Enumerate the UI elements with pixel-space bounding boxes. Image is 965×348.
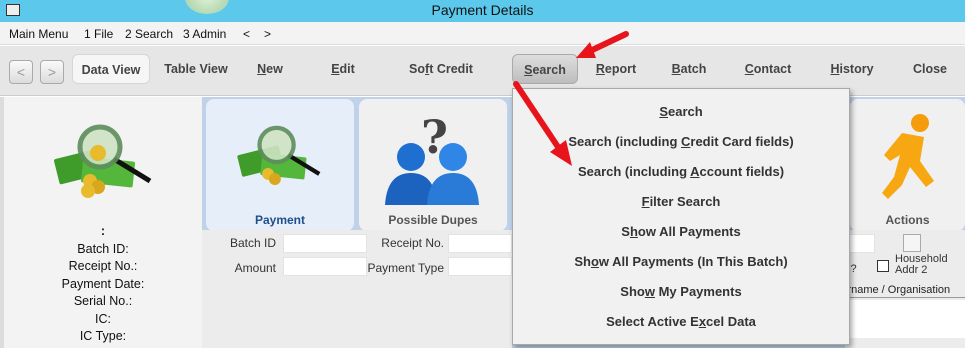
results-grid[interactable] — [845, 300, 965, 338]
payment-card-label: Payment — [254, 213, 306, 227]
serial-no-label: Serial No.: — [73, 294, 133, 308]
close-button[interactable]: Close — [906, 54, 954, 84]
soft-credit-button[interactable]: Soft Credit — [400, 54, 482, 84]
batch-id-input[interactable] — [283, 234, 367, 253]
forward-button[interactable]: > — [40, 60, 64, 84]
menu-back[interactable]: < — [243, 27, 250, 41]
ic-label: IC: — [95, 311, 111, 326]
menu-main-menu[interactable]: Main Menu — [9, 27, 68, 41]
menu-item-filter-search[interactable]: Filter Search — [513, 194, 849, 209]
menu-item-select-active-excel-data[interactable]: Select Active Excel Data — [513, 314, 849, 329]
running-man-icon — [882, 114, 934, 199]
batch-id-label: Batch ID: — [77, 241, 129, 256]
window-title: Payment Details — [431, 2, 534, 18]
form-payment-type-label: Payment Type — [367, 261, 445, 275]
payment-date-label: Payment Date: — [61, 276, 145, 291]
surname-column-header: irname / Organisation — [845, 284, 965, 298]
summary-panel: : Batch ID: Receipt No.: Payment Date: S… — [4, 97, 202, 348]
table-view-button[interactable]: Table View — [158, 54, 234, 84]
menu-item-show-all-payments[interactable]: Show All Payments — [513, 224, 849, 239]
title-bar: Payment Details — [0, 0, 965, 22]
back-button[interactable]: < — [9, 60, 33, 84]
new-button[interactable]: New — [245, 54, 295, 84]
ic-type-label: IC Type: — [79, 329, 127, 343]
summary-colon: : — [100, 224, 106, 238]
receipt-no-label: Receipt No.: — [68, 259, 138, 273]
menu-forward[interactable]: > — [264, 27, 271, 41]
possible-dupes-icon: ? — [385, 110, 479, 205]
summary-labels: : Batch ID: Receipt No.: Payment Date: S… — [4, 223, 202, 346]
amount-input[interactable] — [283, 257, 367, 276]
menu-item-show-all-payments-batch[interactable]: Show All Payments (In This Batch) — [513, 254, 849, 269]
household-checkbox[interactable] — [877, 260, 889, 272]
household-label: Household Addr 2 — [895, 253, 948, 276]
menu-search[interactable]: 2 Search — [125, 27, 173, 41]
annotation-arrow-toolbar — [576, 31, 629, 58]
menu-file[interactable]: 1 File — [84, 27, 113, 41]
actions-card[interactable]: Actions — [850, 99, 965, 231]
money-search-icon — [54, 124, 152, 198]
edit-button[interactable]: Edit — [318, 54, 368, 84]
form-amount-label: Amount — [234, 261, 276, 275]
receipt-no-input[interactable] — [448, 234, 512, 253]
payment-form: Batch ID Amount Receipt No. Payment Type — [202, 230, 512, 348]
contact-button[interactable]: Contact — [738, 54, 798, 84]
menu-item-show-my-payments[interactable]: Show My Payments — [513, 284, 849, 299]
payment-type-input[interactable] — [448, 257, 512, 276]
data-view-button[interactable]: Data View — [72, 54, 150, 84]
menu-admin[interactable]: 3 Admin — [183, 27, 226, 41]
possible-dupes-card[interactable]: ? Possible Dupes — [359, 99, 507, 231]
actions-card-label: Actions — [885, 213, 930, 227]
form-receipt-no-label: Receipt No. — [381, 236, 444, 250]
menu-bar: Main Menu 1 File 2 Search 3 Admin < > — [0, 22, 965, 45]
batch-button[interactable]: Batch — [664, 54, 714, 84]
history-button[interactable]: History — [824, 54, 880, 84]
lookup-button[interactable] — [903, 234, 921, 252]
contact-side-panel: s? Household Addr 2 irname / Organisatio… — [845, 230, 965, 348]
payment-icon — [237, 125, 321, 186]
payment-card[interactable]: Payment — [206, 99, 354, 231]
form-batch-id-label: Batch ID — [229, 236, 276, 250]
possible-dupes-card-label: Possible Dupes — [388, 213, 478, 227]
annotation-arrow-dropdown — [513, 81, 572, 166]
